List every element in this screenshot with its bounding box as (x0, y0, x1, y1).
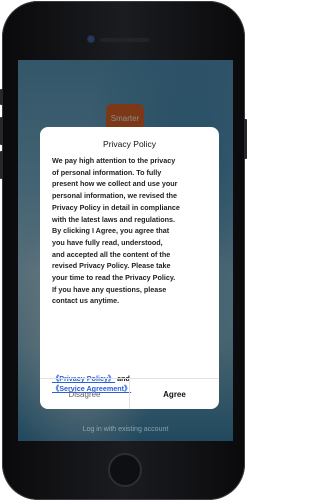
disagree-button[interactable]: Disagree (40, 379, 130, 409)
phone-frame: Smarter Log in with existing account Pri… (0, 1, 247, 500)
power-button (244, 119, 247, 159)
agree-button[interactable]: Agree (130, 379, 219, 409)
home-button[interactable] (108, 453, 142, 487)
dialog-actions: Disagree Agree (40, 378, 219, 409)
volume-down-button (0, 151, 3, 179)
volume-up-button (0, 117, 3, 145)
earpiece-speaker (100, 38, 149, 42)
front-camera-icon (88, 36, 94, 42)
login-existing-account-link[interactable]: Log in with existing account (18, 426, 233, 433)
dialog-body-text: We pay high attention to the privacy of … (52, 156, 180, 306)
dialog-title: Privacy Policy (103, 139, 156, 149)
mute-switch (0, 89, 3, 105)
privacy-policy-dialog: Privacy Policy We pay high attention to … (40, 127, 219, 409)
